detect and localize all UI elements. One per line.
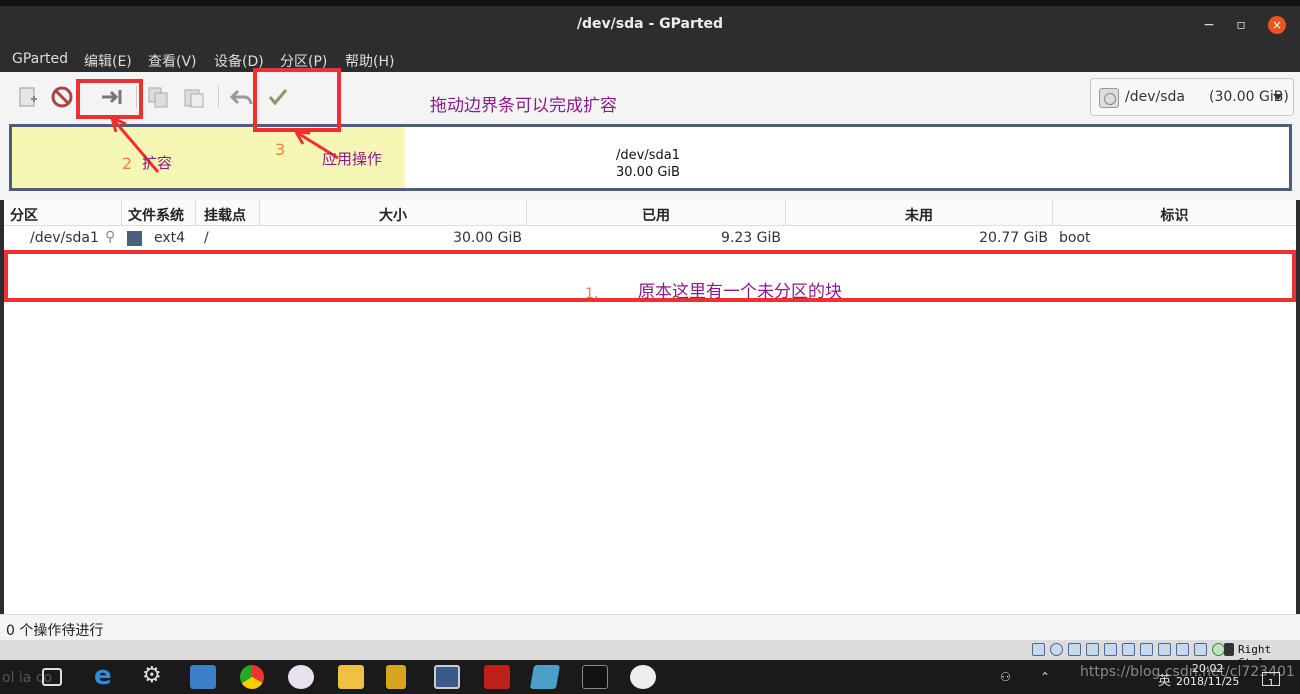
- annotation-step3-text: 应用操作: [322, 150, 383, 168]
- annotation-step3-number: 3: [275, 140, 286, 159]
- screen: /dev/sda - GParted − ▫ × GParted 编辑(E) 查…: [0, 0, 1300, 694]
- annotation-arrows: [110, 116, 339, 173]
- annotation-step2-number: 2: [122, 154, 133, 173]
- annotation-step1-text: 原本这里有一个未分区的块: [638, 282, 842, 302]
- annotation-step2-text: 扩容: [142, 154, 173, 172]
- annotation-drag-tip: 拖动边界条可以完成扩容: [430, 96, 617, 116]
- annotation-step1-number: 1.: [585, 286, 599, 302]
